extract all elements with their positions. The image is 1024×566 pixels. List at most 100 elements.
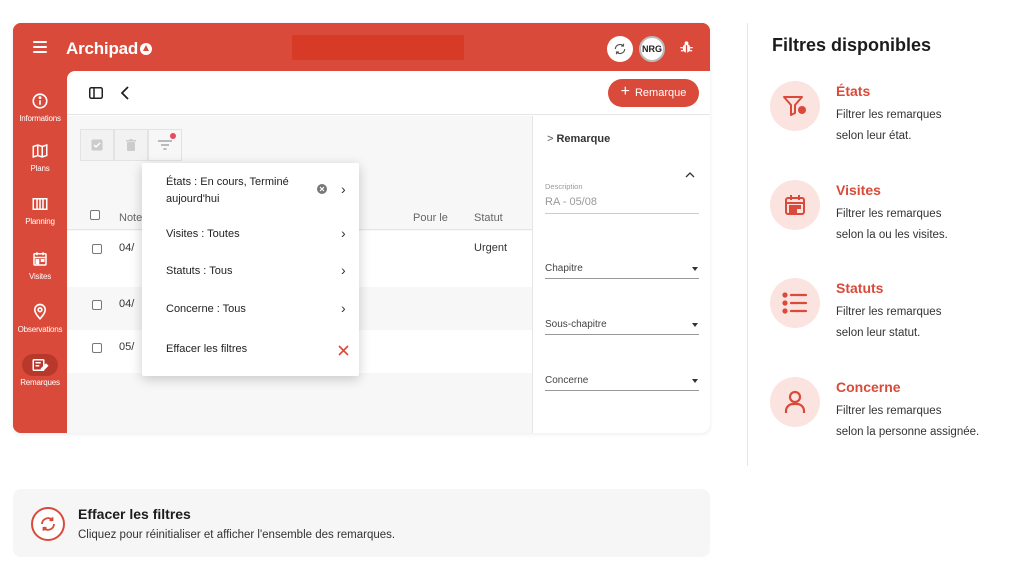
clear-filters-label: Effacer les filtres	[166, 343, 248, 355]
feature-title: Statuts	[836, 280, 884, 296]
chapitre-underline	[545, 278, 699, 279]
info-card-description: Cliquez pour réinitialiser et afficher l…	[78, 529, 396, 541]
main-header: + Remarque	[67, 71, 710, 115]
feature-desc-line: selon leur état.	[836, 130, 912, 142]
feature-description: Filtrer les remarques selon leur statut.	[836, 302, 1016, 344]
redacted-block	[292, 35, 464, 60]
chevron-right-icon: ›	[341, 300, 346, 316]
sidebar-item-plans[interactable]: Plans	[13, 142, 67, 173]
sync-icon	[614, 43, 626, 55]
row-date: 04/	[119, 298, 135, 310]
planning-icon	[32, 198, 48, 210]
feature-title: Visites	[836, 182, 881, 198]
filter-menu-item-concerne[interactable]: Concerne : Tous	[166, 301, 246, 318]
description-field[interactable]: RA - 05/08	[545, 196, 597, 208]
feature-desc-line: Filtrer les remarques	[836, 306, 942, 318]
feature-desc-line: Filtrer les remarques	[836, 208, 942, 220]
header-checkbox[interactable]	[90, 210, 100, 220]
filter-menu-item-label: États : En cours, Terminé aujourd'hui	[166, 176, 289, 205]
row-checkbox[interactable]	[92, 343, 102, 353]
add-remarque-label: Remarque	[634, 87, 687, 99]
description-label: Description	[545, 182, 583, 191]
brand-name: Archipad	[66, 39, 139, 58]
calendar-icon	[33, 252, 47, 266]
filter-menu-item-label: Statuts : Tous	[166, 265, 233, 277]
feature-title: Concerne	[836, 379, 901, 395]
concerne-select[interactable]: Concerne	[545, 375, 588, 386]
breadcrumb-label: Remarque	[556, 133, 611, 145]
filter-menu-item-label: Visites : Toutes	[166, 228, 240, 240]
edit-note-icon	[32, 359, 49, 371]
person-icon	[770, 377, 820, 427]
calendar-icon	[770, 180, 820, 230]
avatar[interactable]: NRG	[639, 36, 665, 62]
sidebar-item-visites[interactable]: Visites	[13, 250, 67, 281]
sidebar-toggle-icon[interactable]	[89, 87, 103, 99]
filter-menu-item-etats[interactable]: États : En cours, Terminé aujourd'hui	[166, 174, 316, 208]
chevron-right-icon: >	[547, 133, 554, 145]
row-date: 05/	[119, 341, 135, 353]
feature-desc-line: selon la personne assignée.	[836, 426, 980, 438]
feature-description: Filtrer les remarques selon la ou les vis…	[836, 204, 1016, 246]
sous-chapitre-select[interactable]: Sous-chapitre	[545, 319, 607, 330]
clear-filters-info-card: Effacer les filtres Cliquez pour réiniti…	[13, 489, 710, 557]
brand-logo[interactable]: Archipad	[66, 39, 153, 59]
app-window: Archipad NRG Informations Plans Planning…	[13, 23, 710, 433]
feature-desc-line: selon leur statut.	[836, 327, 921, 339]
remarque-detail-panel: > Remarque Description RA - 05/08 Chapitr…	[532, 116, 710, 433]
feature-desc-line: Filtrer les remarques	[836, 405, 942, 417]
collapse-chevron-icon[interactable]	[685, 172, 695, 178]
sidebar-item-label: Planning	[25, 217, 55, 226]
detail-breadcrumb[interactable]: > Remarque	[547, 133, 610, 145]
add-remarque-button[interactable]: + Remarque	[608, 79, 699, 107]
sidebar-item-observations[interactable]: Observations	[13, 303, 67, 334]
plus-icon: +	[620, 83, 630, 100]
close-icon[interactable]	[338, 345, 349, 356]
column-header-statut[interactable]: Statut	[474, 212, 503, 224]
back-chevron-icon[interactable]	[121, 86, 129, 100]
filter-lines-icon	[158, 140, 172, 150]
chevron-down-icon	[692, 267, 698, 271]
chevron-right-icon: ›	[341, 225, 346, 241]
row-checkbox[interactable]	[92, 244, 102, 254]
sidebar-item-remarques[interactable]: Remarques	[13, 356, 67, 387]
row-status: Urgent	[474, 242, 508, 254]
brand-mark-icon	[140, 43, 153, 55]
chevron-right-icon: ›	[341, 181, 346, 197]
sync-button[interactable]	[607, 36, 633, 62]
feature-desc-line: Filtrer les remarques	[836, 109, 942, 121]
filter-menu-item-visites[interactable]: Visites : Toutes	[166, 226, 240, 243]
column-header-note[interactable]: Note	[119, 212, 142, 224]
concerne-underline	[545, 390, 699, 391]
chevron-right-icon: ›	[341, 262, 346, 278]
chevron-down-icon	[692, 323, 698, 327]
feature-desc-line: selon la ou les visites.	[836, 229, 948, 241]
filter-button[interactable]	[148, 129, 182, 161]
panel-divider	[747, 23, 748, 466]
sidebar-item-planning[interactable]: Planning	[13, 195, 67, 226]
row-checkbox[interactable]	[92, 300, 102, 310]
sidebar-item-informations[interactable]: Informations	[13, 92, 67, 123]
column-header-pour-le[interactable]: Pour le	[413, 212, 448, 224]
row-date: 04/	[119, 242, 135, 254]
clear-filters-item[interactable]: Effacer les filtres	[166, 341, 247, 358]
info-card-title: Effacer les filtres	[78, 506, 191, 522]
sidebar-item-label: Observations	[17, 325, 63, 334]
select-all-button[interactable]	[80, 129, 114, 161]
feature-description: Filtrer les remarques selon la personne a…	[836, 401, 1016, 443]
top-bar: Archipad NRG	[13, 23, 710, 75]
menu-icon[interactable]	[33, 41, 47, 53]
filter-menu-item-label: Concerne : Tous	[166, 303, 246, 315]
sidebar: Informations Plans Planning Visites Obse…	[13, 75, 67, 433]
filter-menu-item-statuts[interactable]: Statuts : Tous	[166, 263, 232, 280]
reset-icon	[31, 507, 65, 541]
delete-button[interactable]	[114, 129, 148, 161]
location-pin-icon	[33, 303, 47, 320]
chapitre-select[interactable]: Chapitre	[545, 263, 583, 274]
checkbox-icon	[91, 139, 103, 151]
list-icon	[770, 278, 820, 328]
chevron-down-icon	[692, 379, 698, 383]
bug-icon[interactable]	[679, 39, 694, 60]
trash-icon	[126, 139, 136, 151]
clear-filter-icon[interactable]	[317, 184, 327, 194]
